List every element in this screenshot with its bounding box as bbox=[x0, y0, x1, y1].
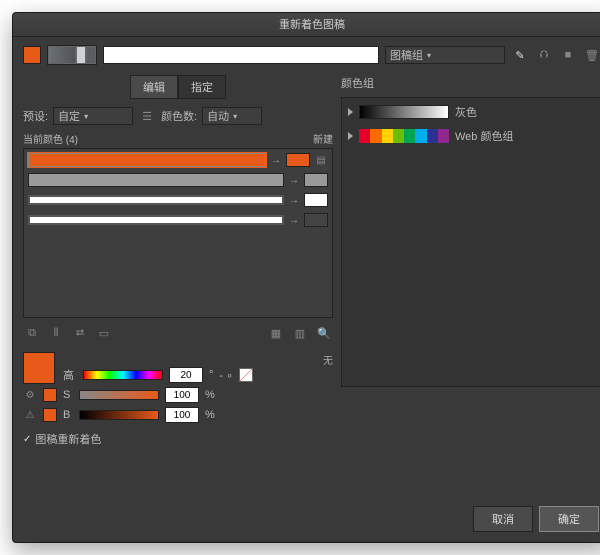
src-color-bar[interactable] bbox=[28, 195, 284, 205]
sat-input[interactable] bbox=[165, 387, 199, 403]
none-label: 无 bbox=[323, 352, 333, 367]
colorcount-dropdown[interactable]: 自动 bbox=[202, 107, 262, 125]
map-arrow-icon: → bbox=[288, 175, 300, 186]
row-menu-icon[interactable]: ▤ bbox=[314, 155, 328, 166]
tab-edit[interactable]: 编辑 bbox=[130, 75, 178, 99]
eyedropper-icon[interactable]: ✎ bbox=[511, 46, 529, 64]
src-color-bar[interactable] bbox=[28, 153, 266, 167]
new-colors-label: 新建 bbox=[313, 131, 333, 146]
colorcount-label: 颜色数: bbox=[161, 108, 197, 124]
artwork-group-dropdown[interactable]: 图稿组 bbox=[385, 46, 505, 64]
upload-icon[interactable]: ⮉ bbox=[535, 46, 553, 64]
color-row[interactable]: → ▤ bbox=[28, 153, 328, 167]
artwork-group-label: 图稿组 bbox=[390, 47, 423, 63]
top-toolbar: 图稿组 ✎ ⮉ ■ 🗑 bbox=[23, 45, 600, 65]
separate-icon[interactable]: ⫴ bbox=[47, 324, 65, 342]
color-row[interactable]: → bbox=[28, 173, 328, 187]
left-panel: 编辑 指定 预设: 自定 ☰ 颜色数: 自动 bbox=[23, 75, 333, 447]
dest-color-chip[interactable] bbox=[304, 193, 328, 207]
dest-color-chip[interactable] bbox=[304, 173, 328, 187]
folder-icon[interactable]: ■ bbox=[559, 46, 577, 64]
dest-color-chip[interactable] bbox=[304, 213, 328, 227]
chevron-down-icon bbox=[233, 110, 237, 122]
preset-dropdown[interactable]: 自定 bbox=[53, 107, 133, 125]
chevron-down-icon bbox=[427, 49, 431, 61]
map-arrow-icon: → bbox=[288, 195, 300, 206]
group-swatch-3[interactable] bbox=[86, 46, 96, 64]
artwork-name-input[interactable] bbox=[103, 46, 379, 64]
link-icon[interactable]: ⚙ bbox=[23, 390, 37, 401]
src-color-bar[interactable] bbox=[28, 173, 284, 187]
group-header: 颜色组 bbox=[341, 75, 600, 91]
warn-icon[interactable]: ⚠ bbox=[23, 410, 37, 421]
bri-slider[interactable] bbox=[79, 410, 159, 420]
src-color-bar[interactable] bbox=[28, 215, 284, 225]
group-swatch-1[interactable] bbox=[48, 46, 76, 64]
b-swatch bbox=[43, 408, 57, 422]
hue-slider[interactable] bbox=[83, 370, 163, 380]
cancel-button[interactable]: 取消 bbox=[473, 506, 533, 532]
expand-icon[interactable] bbox=[348, 132, 353, 140]
bri-input[interactable] bbox=[165, 407, 199, 423]
map-arrow-icon: → bbox=[270, 155, 282, 166]
titlebar: 重新着色图稿 bbox=[13, 13, 600, 37]
group-swatch-2[interactable] bbox=[76, 46, 86, 64]
hsb-swatch[interactable] bbox=[23, 352, 55, 384]
group-row-grey[interactable]: 灰色 bbox=[348, 104, 594, 120]
right-panel: 颜色组 灰色 Web 颜色组 bbox=[341, 75, 600, 447]
color-row[interactable]: → bbox=[28, 213, 328, 227]
active-color-swatch[interactable] bbox=[23, 46, 41, 64]
trash-icon[interactable]: 🗑 bbox=[583, 46, 600, 64]
sort-icon-1[interactable]: ▦ bbox=[267, 324, 285, 342]
preset-label: 预设: bbox=[23, 108, 48, 124]
recolor-checkbox[interactable]: 图稿重新着色 bbox=[23, 431, 333, 447]
hue-input[interactable] bbox=[169, 367, 203, 383]
grey-strip bbox=[359, 105, 449, 119]
map-arrow-icon: → bbox=[288, 215, 300, 226]
find-icon[interactable]: 🔍 bbox=[315, 324, 333, 342]
recolor-dialog: 重新着色图稿 图稿组 ✎ ⮉ ■ 🗑 编辑 指定 bbox=[12, 12, 600, 543]
color-groups-list: 灰色 Web 颜色组 bbox=[341, 97, 600, 387]
web-strip bbox=[359, 129, 449, 143]
expand-icon[interactable] bbox=[348, 108, 353, 116]
color-mapping-list: → ▤ → → bbox=[23, 148, 333, 318]
sat-slider[interactable] bbox=[79, 390, 159, 400]
s-swatch bbox=[43, 388, 57, 402]
exclude-icon[interactable]: ⮂ bbox=[71, 324, 89, 342]
chevron-down-icon bbox=[84, 110, 88, 122]
sort-icon-2[interactable]: ▥ bbox=[291, 324, 309, 342]
h-label: 高 bbox=[63, 367, 77, 383]
hsb-controls: 无 高 ° - ∘ ⚙ bbox=[23, 352, 333, 423]
newrow-icon[interactable]: ▭ bbox=[95, 324, 113, 342]
current-colors-label: 当前颜色 (4) bbox=[23, 131, 78, 146]
ok-button[interactable]: 确定 bbox=[539, 506, 599, 532]
merge-icon[interactable]: ⧉ bbox=[23, 324, 41, 342]
b-label: B bbox=[63, 409, 73, 421]
none-swatch-icon[interactable] bbox=[239, 368, 253, 382]
tab-assign[interactable]: 指定 bbox=[178, 75, 226, 99]
color-row[interactable]: → bbox=[28, 193, 328, 207]
s-label: S bbox=[63, 389, 73, 401]
group-row-web[interactable]: Web 颜色组 bbox=[348, 128, 594, 144]
dest-color-chip[interactable] bbox=[286, 153, 310, 167]
window-title: 重新着色图稿 bbox=[279, 19, 345, 31]
preset-menu-icon[interactable]: ☰ bbox=[138, 107, 156, 125]
